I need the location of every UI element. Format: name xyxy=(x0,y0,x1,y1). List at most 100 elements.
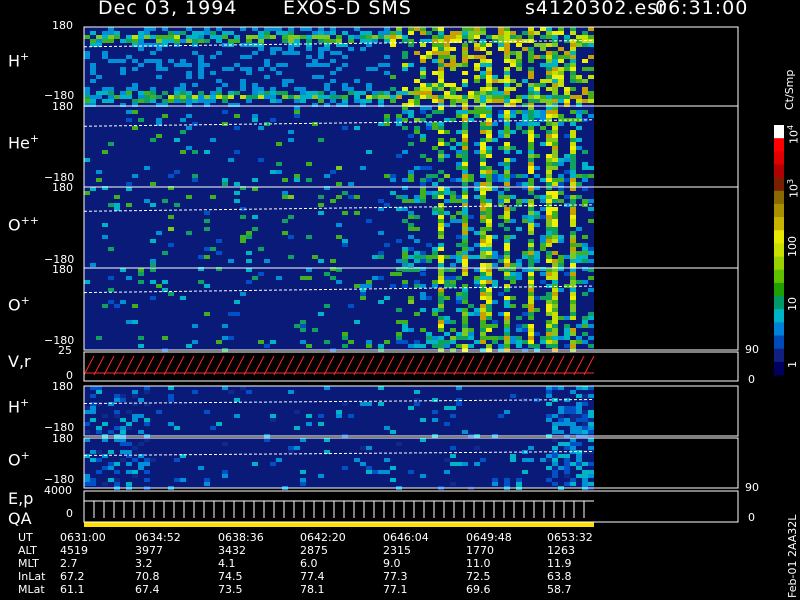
heatmap-cell xyxy=(582,320,588,324)
heatmap-cell xyxy=(534,223,540,227)
heatmap-cell xyxy=(588,99,594,103)
heatmap-cell xyxy=(582,280,588,284)
heatmap-cell xyxy=(120,59,126,63)
heatmap-cell xyxy=(228,67,234,71)
heatmap-cell xyxy=(438,308,444,312)
heatmap-cell xyxy=(258,158,264,162)
heatmap-cell xyxy=(516,43,522,47)
heatmap-cell xyxy=(162,199,168,203)
heatmap-cell xyxy=(486,83,492,87)
heatmap-cell xyxy=(504,263,510,267)
heatmap-cell xyxy=(564,272,570,276)
heatmap-cell xyxy=(552,446,558,450)
heatmap-cell xyxy=(336,51,342,55)
heatmap-cell xyxy=(156,59,162,63)
heatmap-cell xyxy=(396,35,402,39)
heatmap-cell xyxy=(534,255,540,259)
heatmap-cell xyxy=(558,199,564,203)
colorbar-swatch xyxy=(774,138,784,152)
heatmap-cell xyxy=(588,114,594,118)
heatmap-cell xyxy=(168,398,174,402)
heatmap-cell xyxy=(492,251,498,255)
heatmap-cell xyxy=(216,340,222,344)
heatmap-cell xyxy=(186,39,192,43)
heatmap-cell xyxy=(516,276,522,280)
heatmap-cell xyxy=(414,227,420,231)
heatmap-cell xyxy=(426,126,432,130)
heatmap-cell xyxy=(186,95,192,99)
right-tick-top: 90 xyxy=(745,481,759,494)
heatmap-cell xyxy=(552,122,558,126)
heatmap-cell xyxy=(108,59,114,63)
heatmap-cell xyxy=(528,114,534,118)
heatmap-cell xyxy=(126,182,132,186)
heatmap-cell xyxy=(492,336,498,340)
heatmap-cell xyxy=(528,324,534,328)
heatmap-cell xyxy=(216,39,222,43)
heatmap-cell xyxy=(438,142,444,146)
heatmap-cell xyxy=(84,474,90,478)
heatmap-cell xyxy=(570,280,576,284)
heatmap-cell xyxy=(576,442,582,446)
heatmap-cell xyxy=(234,126,240,130)
heatmap-cell xyxy=(546,284,552,288)
right-tick-bottom: 0 xyxy=(748,373,755,386)
heatmap-cell xyxy=(438,276,444,280)
footer-id: Feb-01 2AA32L xyxy=(786,514,799,598)
heatmap-cell xyxy=(306,268,312,272)
heatmap-cell xyxy=(528,288,534,292)
heatmap-cell xyxy=(132,390,138,394)
heatmap-cell xyxy=(342,126,348,130)
heatmap-cell xyxy=(480,166,486,170)
heatmap-cell xyxy=(552,51,558,55)
heatmap-cell xyxy=(318,75,324,79)
colorbar-swatch xyxy=(774,217,784,231)
heatmap-cell xyxy=(426,106,432,110)
heatmap-cell xyxy=(126,482,132,486)
heatmap-cell xyxy=(486,79,492,83)
heatmap-cell xyxy=(498,31,504,35)
heatmap-cell xyxy=(468,247,474,251)
panel-label-o-plus-plus: O++ xyxy=(8,214,40,235)
heatmap-cell xyxy=(498,414,504,418)
heatmap-cell xyxy=(96,91,102,95)
heatmap-cell xyxy=(528,166,534,170)
heatmap-cell xyxy=(498,27,504,31)
heatmap-cell xyxy=(318,91,324,95)
heatmap-cell xyxy=(516,55,522,59)
heatmap-cell xyxy=(540,340,546,344)
heatmap-cell xyxy=(198,59,204,63)
heatmap-cell xyxy=(504,130,510,134)
heatmap-cell xyxy=(576,458,582,462)
heatmap-cell xyxy=(222,83,228,87)
heatmap-cell xyxy=(486,126,492,130)
heatmap-cell xyxy=(108,276,114,280)
heatmap-cell xyxy=(108,450,114,454)
heatmap-cell xyxy=(462,430,468,434)
heatmap-cell xyxy=(504,59,510,63)
heatmap-cell xyxy=(534,166,540,170)
heatmap-cell xyxy=(546,227,552,231)
heatmap-cell xyxy=(174,203,180,207)
heatmap-cell xyxy=(546,95,552,99)
heatmap-cell xyxy=(432,174,438,178)
heatmap-cell xyxy=(378,344,384,348)
heatmap-cell xyxy=(510,272,516,276)
heatmap-cell xyxy=(114,35,120,39)
heatmap-cell xyxy=(486,91,492,95)
heatmap-cell xyxy=(420,75,426,79)
heatmap-cell xyxy=(138,118,144,122)
heatmap-cell xyxy=(546,166,552,170)
heatmap-cell xyxy=(126,55,132,59)
heatmap-cell xyxy=(252,215,258,219)
y-tick-bottom: 0 xyxy=(66,507,73,520)
heatmap-cell xyxy=(552,59,558,63)
heatmap-cell xyxy=(90,187,96,191)
heatmap-cell xyxy=(510,458,516,462)
heatmap-cell xyxy=(258,39,264,43)
heatmap-cell xyxy=(558,418,564,422)
heatmap-cell xyxy=(126,95,132,99)
heatmap-cell xyxy=(354,320,360,324)
heatmap-cell xyxy=(450,268,456,272)
heatmap-cell xyxy=(474,75,480,79)
